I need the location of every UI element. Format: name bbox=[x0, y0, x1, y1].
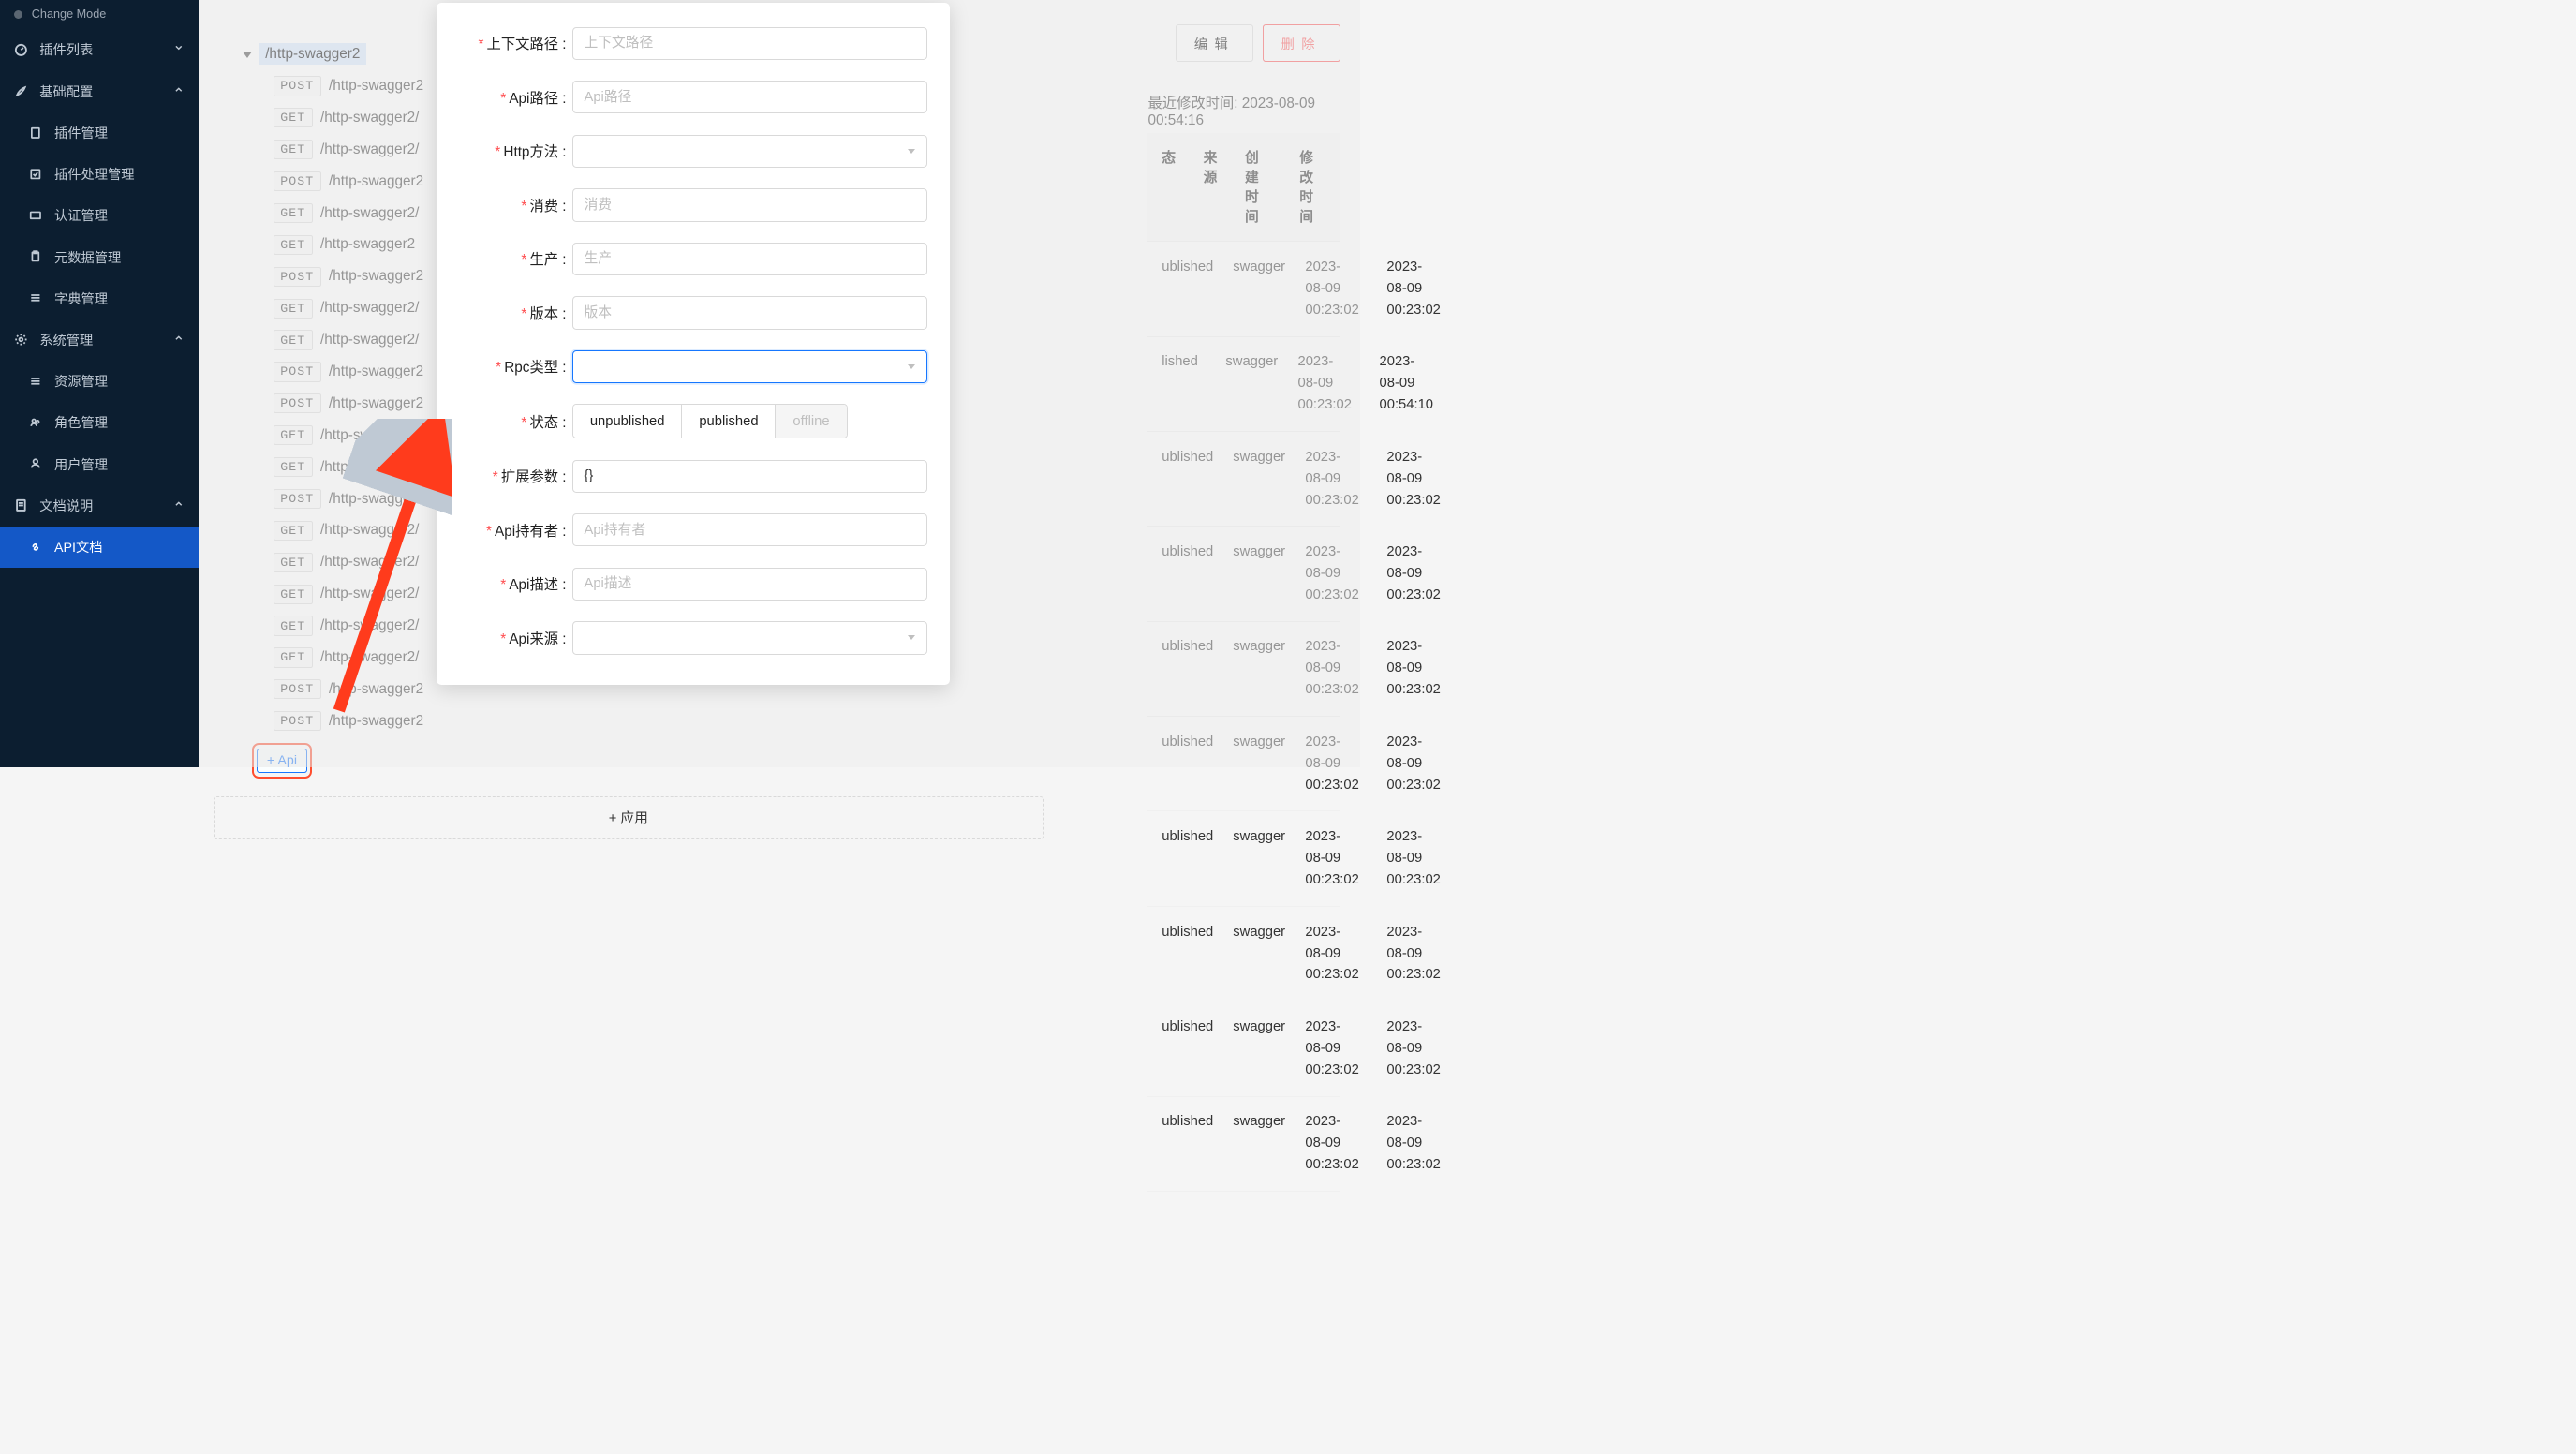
sidebar-item-plugin-process[interactable]: 插件处理管理 bbox=[0, 154, 199, 195]
http-method-select[interactable] bbox=[572, 135, 927, 168]
ext-input[interactable] bbox=[572, 460, 927, 493]
label-consume: *消费 : bbox=[460, 195, 572, 215]
label-api-path: *Api路径 : bbox=[460, 87, 572, 108]
label-context-path: *上下文路径 : bbox=[460, 33, 572, 53]
cell-created: 2023-08-0900:23:02 bbox=[1292, 1097, 1373, 1191]
add-app-button[interactable]: + 应用 bbox=[214, 796, 1044, 839]
mode-dot-icon bbox=[14, 10, 23, 20]
cell-created: 2023-08-0900:23:02 bbox=[1292, 907, 1373, 1001]
label-desc: *Api描述 : bbox=[460, 573, 572, 594]
cell-source: swagger bbox=[1220, 1001, 1292, 1095]
sidebar-item-api-doc[interactable]: API文档 bbox=[0, 527, 199, 568]
chevron-up-icon bbox=[173, 497, 185, 512]
menu-docs[interactable]: 文档说明 bbox=[0, 484, 199, 526]
sidebar-item-meta[interactable]: 元数据管理 bbox=[0, 236, 199, 277]
link-icon bbox=[29, 541, 44, 554]
clipboard-icon bbox=[29, 250, 44, 263]
label-status: *状态 : bbox=[460, 411, 572, 432]
chevron-down-icon bbox=[908, 149, 915, 154]
status-offline: offline bbox=[776, 405, 846, 438]
change-mode[interactable]: Change Mode bbox=[0, 0, 199, 29]
label-produce: *生产 : bbox=[460, 248, 572, 269]
status-segmented: unpublishedpublishedoffline bbox=[572, 404, 848, 438]
chevron-down-icon bbox=[173, 42, 185, 57]
id-icon bbox=[29, 209, 44, 222]
chevron-up-icon bbox=[173, 333, 185, 348]
sidebar-item-auth[interactable]: 认证管理 bbox=[0, 195, 199, 236]
owner-input[interactable] bbox=[572, 513, 927, 546]
sidebar-item-dict[interactable]: 字典管理 bbox=[0, 277, 199, 319]
cell-modified: 2023-08-0900:23:02 bbox=[1373, 1097, 1455, 1191]
status-published[interactable]: published bbox=[682, 405, 776, 438]
label-ext: *扩展参数 : bbox=[460, 466, 572, 486]
label-http-method: *Http方法 : bbox=[460, 141, 572, 161]
chevron-down-icon bbox=[908, 364, 915, 369]
cell-modified: 2023-08-0900:23:02 bbox=[1373, 811, 1455, 905]
sidebar: Change Mode 插件列表 基础配置 插件管理 插件处理管理 认证管理 元… bbox=[0, 0, 199, 767]
api-path-input[interactable] bbox=[572, 81, 927, 113]
table-row[interactable]: ublishedswagger2023-08-0900:23:022023-08… bbox=[1147, 811, 1340, 906]
cell-status: ublished bbox=[1147, 1001, 1219, 1095]
consume-input[interactable] bbox=[572, 188, 927, 221]
label-owner: *Api持有者 : bbox=[460, 520, 572, 541]
cell-modified: 2023-08-0900:54:10 bbox=[1366, 337, 1447, 431]
chevron-up-icon bbox=[173, 83, 185, 98]
table-row[interactable]: ublishedswagger2023-08-0900:23:022023-08… bbox=[1147, 907, 1340, 1001]
list-icon bbox=[29, 291, 44, 304]
rocket-icon bbox=[14, 84, 29, 98]
rpc-type-select[interactable] bbox=[572, 350, 927, 383]
cell-modified: 2023-08-0900:23:02 bbox=[1373, 717, 1455, 810]
check-square-icon bbox=[29, 168, 44, 181]
label-source: *Api来源 : bbox=[460, 628, 572, 648]
version-input[interactable] bbox=[572, 296, 927, 329]
users-icon bbox=[29, 416, 44, 429]
api-form-modal: *上下文路径 : *Api路径 : *Http方法 : *消费 : *生产 : … bbox=[437, 3, 950, 685]
cell-modified: 2023-08-0900:23:02 bbox=[1373, 1001, 1455, 1095]
sidebar-item-resource[interactable]: 资源管理 bbox=[0, 361, 199, 402]
list-icon bbox=[29, 375, 44, 388]
gear-icon bbox=[14, 333, 29, 347]
cell-modified: 2023-08-0900:23:02 bbox=[1373, 527, 1455, 620]
file-icon bbox=[29, 126, 44, 140]
sidebar-item-plugin-manage[interactable]: 插件管理 bbox=[0, 111, 199, 153]
cell-modified: 2023-08-0900:23:02 bbox=[1373, 622, 1455, 716]
doc-icon bbox=[14, 498, 29, 512]
sidebar-item-user[interactable]: 用户管理 bbox=[0, 443, 199, 484]
cell-status: ublished bbox=[1147, 1097, 1219, 1191]
table-row[interactable]: ublishedswagger2023-08-0900:23:022023-08… bbox=[1147, 1001, 1340, 1096]
label-version: *版本 : bbox=[460, 303, 572, 323]
label-rpc-type: *Rpc类型 : bbox=[460, 356, 572, 377]
cell-modified: 2023-08-0900:23:02 bbox=[1373, 242, 1455, 335]
source-select[interactable] bbox=[572, 621, 927, 654]
dashboard-icon bbox=[14, 43, 29, 57]
menu-plugin-list[interactable]: 插件列表 bbox=[0, 29, 199, 70]
produce-input[interactable] bbox=[572, 243, 927, 275]
user-icon bbox=[29, 457, 44, 470]
cell-modified: 2023-08-0900:23:02 bbox=[1373, 432, 1455, 526]
desc-input[interactable] bbox=[572, 568, 927, 601]
menu-base-config[interactable]: 基础配置 bbox=[0, 70, 199, 111]
cell-status: ublished bbox=[1147, 907, 1219, 1001]
cell-source: swagger bbox=[1220, 1097, 1292, 1191]
menu-system[interactable]: 系统管理 bbox=[0, 319, 199, 360]
table-row[interactable]: ublishedswagger2023-08-0900:23:022023-08… bbox=[1147, 1097, 1340, 1192]
mode-label: Change Mode bbox=[32, 7, 107, 21]
cell-created: 2023-08-0900:23:02 bbox=[1292, 1001, 1373, 1095]
status-unpublished[interactable]: unpublished bbox=[573, 405, 683, 438]
cell-status: ublished bbox=[1147, 811, 1219, 905]
chevron-down-icon bbox=[908, 635, 915, 640]
cell-modified: 2023-08-0900:23:02 bbox=[1373, 907, 1455, 1001]
sidebar-item-role[interactable]: 角色管理 bbox=[0, 402, 199, 443]
cell-source: swagger bbox=[1220, 907, 1292, 1001]
cell-source: swagger bbox=[1220, 811, 1292, 905]
context-path-input[interactable] bbox=[572, 27, 927, 60]
cell-created: 2023-08-0900:23:02 bbox=[1292, 811, 1373, 905]
